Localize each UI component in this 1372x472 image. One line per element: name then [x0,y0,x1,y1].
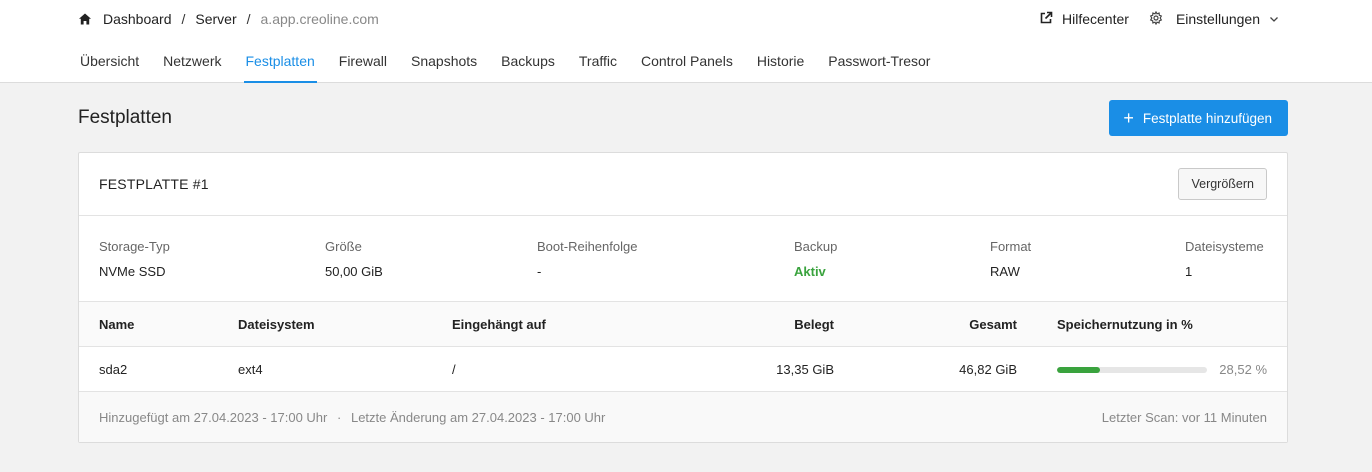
info-boot-order: Boot-Reihenfolge - [537,239,637,279]
settings-label: Einstellungen [1175,11,1260,27]
usage-progress-bar [1057,367,1207,373]
column-mount: Eingehängt auf [452,317,546,332]
plus-icon: + [1123,108,1134,128]
breadcrumb: Dashboard / Server / a.app.creoline.com [78,11,379,27]
info-value: RAW [990,264,1020,279]
info-label: Größe [325,239,362,254]
cell-mount: / [452,362,456,377]
tab-passwort-tresor[interactable]: Passwort-Tresor [828,44,930,82]
settings-menu[interactable]: Einstellungen [1149,10,1288,28]
tab-uebersicht[interactable]: Übersicht [80,44,139,82]
breadcrumb-current: a.app.creoline.com [260,11,379,27]
table-row: sda2 ext4 / 13,35 GiB 46,82 GiB 28,52 % [79,347,1287,392]
backup-status: Aktiv [794,264,826,279]
info-label: Boot-Reihenfolge [537,239,638,254]
cell-filesystem: ext4 [238,362,263,377]
tab-bar: Übersicht Netzwerk Festplatten Firewall … [80,44,954,83]
info-format: Format RAW [990,239,1031,279]
tab-historie[interactable]: Historie [757,44,804,82]
column-filesystem: Dateisystem [238,317,315,332]
disk-info: Storage-Typ NVMe SSD Größe 50,00 GiB Boo… [79,216,1287,302]
disk-title: FESTPLATTE #1 [99,176,209,192]
column-total: Gesamt [969,317,1017,332]
usage-percent: 28,52 % [1219,362,1267,377]
help-center-label: Hilfecenter [1062,11,1129,27]
gear-icon [1149,10,1172,28]
info-size: Größe 50,00 GiB [325,239,383,279]
tab-traffic[interactable]: Traffic [579,44,617,82]
disk-card: FESTPLATTE #1 Vergrößern Storage-Typ NVM… [78,152,1288,443]
info-value: NVMe SSD [99,264,166,279]
table-header: Name Dateisystem Eingehängt auf Belegt G… [79,302,1287,347]
column-used: Belegt [794,317,834,332]
cell-used: 13,35 GiB [776,362,834,377]
info-filesystems: Dateisysteme 1 [1185,239,1264,279]
info-label: Backup [794,239,838,254]
page-title: Festplatten [78,107,172,128]
column-usage: Speichernutzung in % [1057,317,1193,332]
separator-dot: · [337,410,342,425]
cell-name: sda2 [99,362,128,377]
cell-total: 46,82 GiB [959,362,1017,377]
add-disk-button[interactable]: + Festplatte hinzufügen [1109,100,1288,136]
enlarge-button[interactable]: Vergrößern [1178,168,1267,200]
breadcrumb-separator: / [246,11,251,27]
tab-snapshots[interactable]: Snapshots [411,44,477,82]
filesystem-table: Name Dateisystem Eingehängt auf Belegt G… [79,302,1287,392]
disk-timestamps: Hinzugefügt am 27.04.2023 - 17:00 Uhr · … [99,410,605,425]
column-name: Name [99,317,135,332]
last-scan: Letzter Scan: vor 11 Minuten [1101,410,1267,425]
tab-backups[interactable]: Backups [501,44,555,82]
info-storage-type: Storage-Typ NVMe SSD [99,239,170,279]
tab-festplatten[interactable]: Festplatten [243,44,318,83]
info-backup: Backup Aktiv [794,239,837,279]
info-label: Storage-Typ [99,239,170,254]
breadcrumb-server[interactable]: Server [195,11,236,27]
chevron-down-icon [1269,14,1288,24]
info-value: 50,00 GiB [325,264,383,279]
disk-footer: Hinzugefügt am 27.04.2023 - 17:00 Uhr · … [79,392,1287,442]
add-disk-label: Festplatte hinzufügen [1142,110,1272,126]
added-date: Hinzugefügt am 27.04.2023 - 17:00 Uhr [99,410,328,425]
external-link-icon [1039,11,1062,28]
tab-netzwerk[interactable]: Netzwerk [163,44,221,82]
breadcrumb-separator: / [181,11,186,27]
breadcrumb-dashboard[interactable]: Dashboard [103,11,172,27]
tab-firewall[interactable]: Firewall [339,44,387,82]
help-center-link[interactable]: Hilfecenter [1039,11,1129,28]
tab-control-panels[interactable]: Control Panels [641,44,733,82]
info-value: - [537,264,542,279]
info-value: 1 [1185,264,1193,279]
usage-progress-fill [1057,367,1100,373]
info-label: Format [990,239,1032,254]
changed-date: Letzte Änderung am 27.04.2023 - 17:00 Uh… [350,410,606,425]
top-navigation: Dashboard / Server / a.app.creoline.com … [0,0,1372,83]
home-icon[interactable] [78,12,92,26]
info-label: Dateisysteme [1185,239,1264,254]
